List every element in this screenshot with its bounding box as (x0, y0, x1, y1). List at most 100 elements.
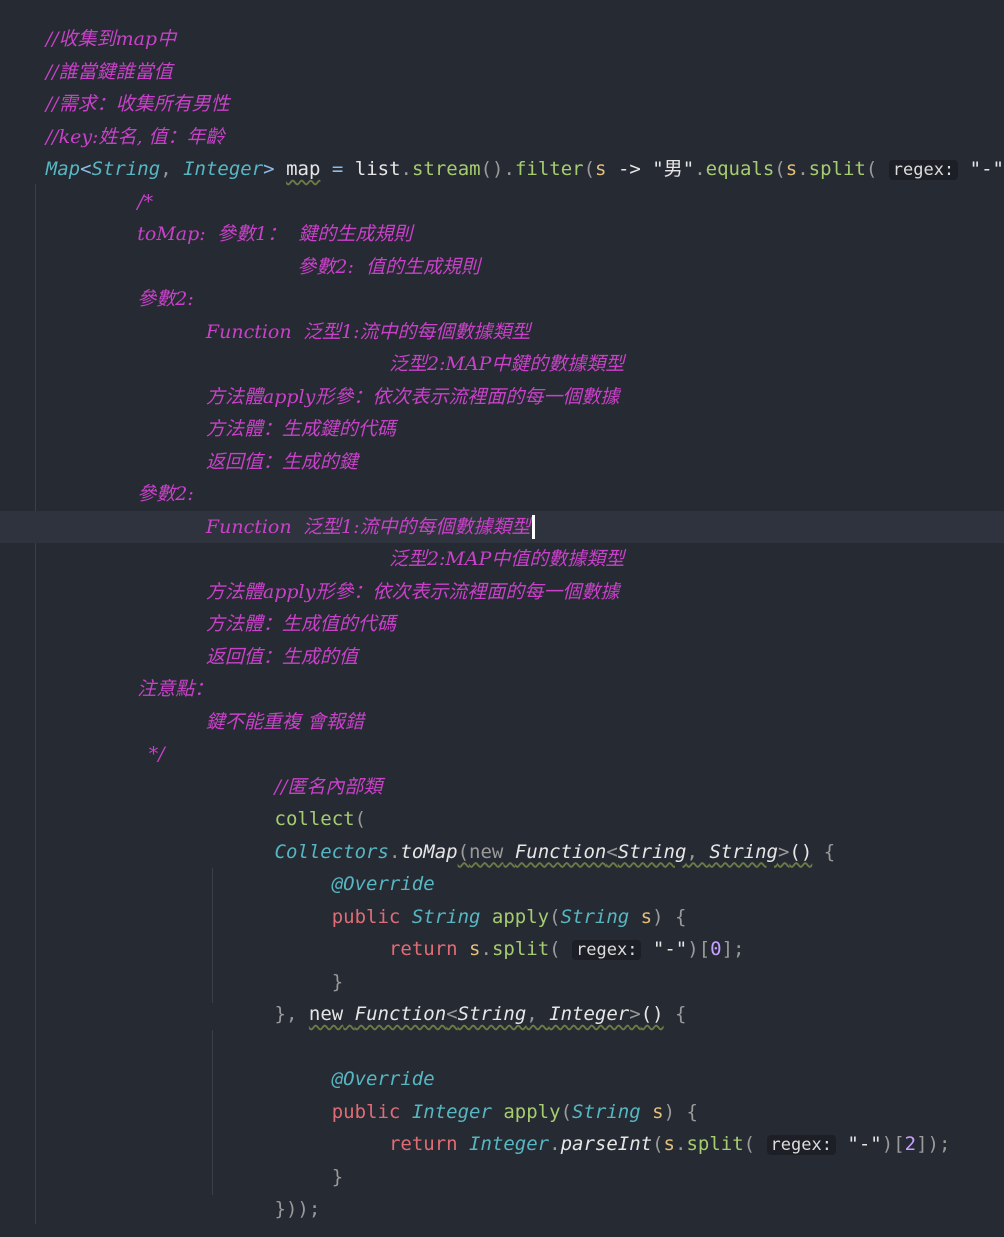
code-line[interactable]: 鍵不能重複 會報錯 (0, 706, 1004, 739)
angle-close: > (263, 158, 275, 180)
method-call: filter (514, 158, 584, 180)
code-line[interactable]: public String apply(String s) { (0, 901, 1004, 934)
code-line[interactable]: })); (0, 1193, 1004, 1226)
code-line[interactable]: 方法體：生成值的代碼 (0, 608, 1004, 641)
code-line[interactable] (0, 1031, 1004, 1064)
block-comment-text: 參數1： 鍵的生成規則 (217, 223, 413, 245)
block-comment-text: 泛型2:MAP中鍵的數據類型 (388, 353, 625, 375)
code-editor[interactable]: //收集到map中 //誰當鍵誰當值 //需求：收集所有男性 //key:姓名,… (0, 0, 1004, 1237)
code-line[interactable]: //key:姓名, 值：年齡 (0, 121, 1004, 154)
paren-open: ( (549, 905, 561, 928)
code-line[interactable]: //需求：收集所有男性 (0, 88, 1004, 121)
code-line[interactable]: //誰當鍵誰當值 (0, 56, 1004, 89)
parens: () (789, 840, 813, 863)
code-line[interactable]: @Override (0, 868, 1004, 901)
comma: , (526, 1003, 550, 1025)
code-line[interactable]: Collectors.toMap(new Function<String, St… (0, 836, 1004, 869)
bracket-close: ]); (916, 1133, 951, 1155)
parens: () (480, 158, 504, 180)
angle-close: > (629, 1003, 641, 1025)
block-comment-text: 泛型2:MAP中值的數據類型 (388, 548, 625, 570)
comma: , (686, 840, 710, 863)
method-call: split (686, 1133, 744, 1155)
code-line[interactable]: Function 泛型1:流中的每個數據類型 (0, 316, 1004, 349)
code-line[interactable]: public Integer apply(String s) { (0, 1096, 1004, 1129)
code-line[interactable]: 注意點： (0, 673, 1004, 706)
code-line[interactable]: 返回值：生成的鍵 (0, 446, 1004, 479)
code-line[interactable]: @Override (0, 1063, 1004, 1096)
code-line[interactable]: collect( (0, 803, 1004, 836)
type-name: Integer (469, 1133, 550, 1155)
paren-open: ( (743, 1133, 756, 1155)
string-literal: "-" (652, 938, 688, 960)
dot: . (480, 938, 492, 960)
code-line[interactable]: Map<String, Integer> map = list.stream()… (0, 153, 1004, 186)
code-line[interactable]: } (0, 1161, 1004, 1194)
code-line[interactable]: 方法體：生成鍵的代碼 (0, 413, 1004, 446)
paren-open: ( (774, 158, 786, 180)
code-line[interactable]: toMap: 參數1： 鍵的生成規則 (0, 218, 1004, 251)
parameter-hint: regex: (572, 940, 642, 960)
code-line[interactable]: //收集到map中 (0, 23, 1004, 56)
block-comment-text: toMap: (137, 223, 206, 245)
code-line[interactable]: 泛型2:MAP中值的數據類型 (0, 543, 1004, 576)
code-line[interactable]: return s.split( regex: "-")[0]; (0, 933, 1004, 966)
type-name: String (572, 1100, 641, 1123)
brace-close: } (331, 970, 344, 993)
code-line[interactable]: }, new Function<String, Integer>() { (0, 998, 1004, 1031)
bracket-open: [ (698, 938, 711, 960)
block-comment-text: 泛型1:流中的每個數據類型 (303, 515, 531, 538)
current-code-line[interactable]: Function 泛型1:流中的每個數據類型 (0, 510, 1004, 543)
identifier: s (469, 938, 481, 960)
block-comment-text: 方法體apply形參：依次表示流裡面的每一個數據 (205, 580, 620, 603)
code-line[interactable]: 參數2: (0, 478, 1004, 511)
code-line[interactable]: 參數2: (0, 283, 1004, 316)
string-literal: "-" (847, 1133, 882, 1155)
param-name: s (640, 905, 653, 928)
angle-open: < (606, 840, 618, 863)
block-comment-text: 方法體apply形參：依次表示流裡面的每一個數據 (205, 385, 620, 408)
line-comment: //收集到map中 (45, 28, 177, 50)
method-call: collect (274, 808, 355, 830)
brace-open: { (675, 905, 687, 928)
type-name: Integer (183, 158, 264, 180)
comma: , (160, 158, 184, 180)
angle-open: < (80, 158, 92, 180)
paren-open: ( (583, 158, 596, 180)
lambda-param: s (595, 158, 607, 180)
string-literal: "-" (969, 158, 1004, 180)
block-comment-text: 返回值：生成的值 (205, 645, 358, 668)
method-call: split (491, 938, 550, 960)
code-line[interactable]: } (0, 966, 1004, 999)
line-comment: //誰當鍵誰當值 (45, 60, 173, 83)
code-line[interactable]: return Integer.parseInt(s.split( regex: … (0, 1128, 1004, 1161)
code-line[interactable]: 方法體apply形參：依次表示流裡面的每一個數據 (0, 381, 1004, 414)
dot: . (797, 158, 809, 180)
dot: . (400, 158, 412, 180)
code-line[interactable]: /* (0, 186, 1004, 219)
bracket-close: ]; (721, 938, 745, 960)
code-line[interactable]: 泛型2:MAP中鍵的數據類型 (0, 348, 1004, 381)
block-comment-text: 方法體：生成鍵的代碼 (205, 418, 396, 440)
code-line[interactable]: */ (0, 738, 1004, 771)
brace-open: { (686, 1100, 698, 1123)
identifier: s (663, 1133, 675, 1155)
paren-open: ( (560, 1100, 573, 1123)
number-literal: 2 (904, 1133, 917, 1155)
method-call: parseInt (560, 1133, 653, 1155)
code-line[interactable]: 參數2: 值的生成規則 (0, 251, 1004, 284)
keyword-public: public (331, 1100, 401, 1123)
identifier: list (354, 158, 401, 180)
lambda-arrow: -> (617, 158, 641, 180)
paren-open: ( (457, 840, 470, 863)
type-name: String (411, 905, 481, 928)
parameter-hint: regex: (766, 1135, 836, 1155)
code-line[interactable]: 方法體apply形參：依次表示流裡面的每一個數據 (0, 576, 1004, 609)
keyword-return: return (388, 1133, 458, 1155)
code-line[interactable]: //匿名內部類 (0, 771, 1004, 804)
brace-close: }, (274, 1003, 298, 1025)
type-name: String (457, 1003, 527, 1025)
dot: . (388, 840, 401, 863)
text-cursor (531, 515, 535, 539)
code-line[interactable]: 返回值：生成的值 (0, 641, 1004, 674)
